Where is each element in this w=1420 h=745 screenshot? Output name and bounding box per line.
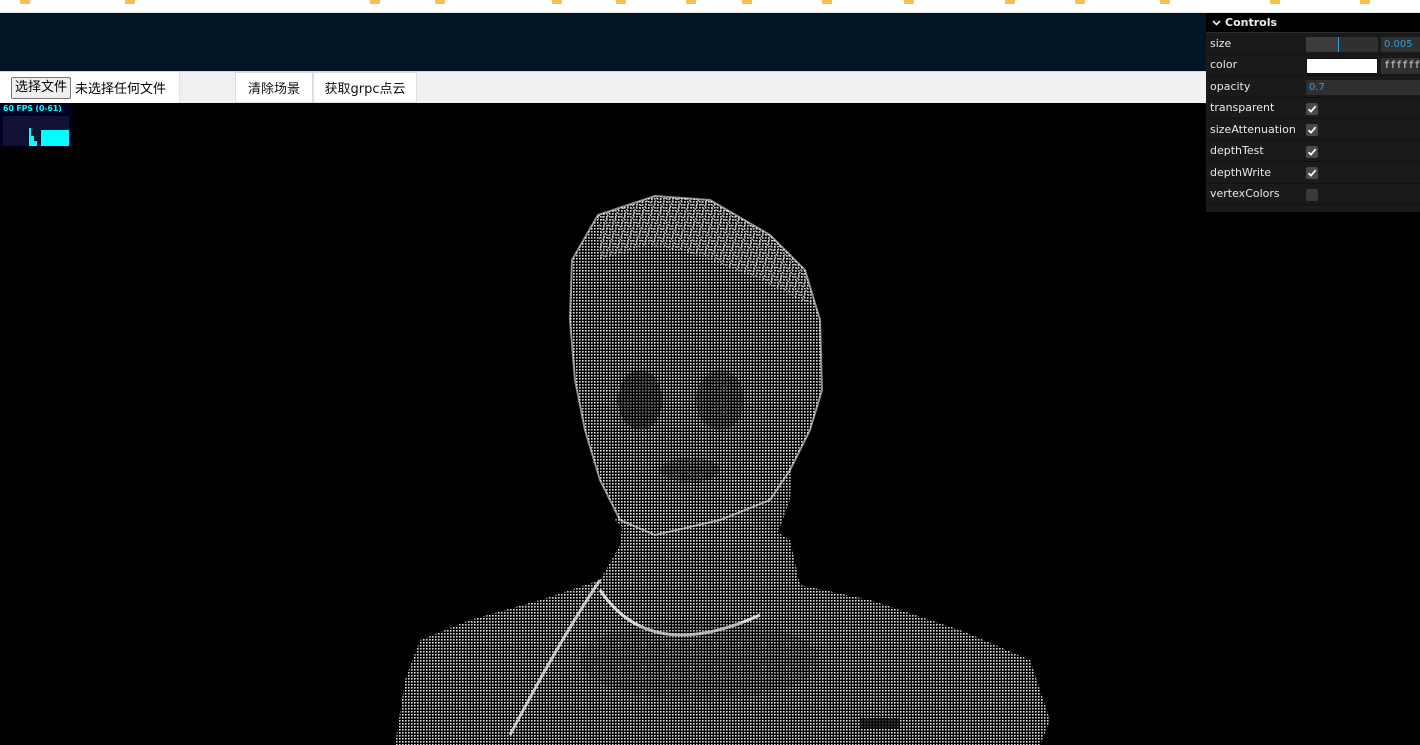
control-opacity: opacity 0.7 xyxy=(1206,76,1420,98)
opacity-value-input[interactable]: 0.7 xyxy=(1306,80,1420,95)
bookmark-folder-icon[interactable] xyxy=(822,0,832,4)
check-icon xyxy=(1307,148,1317,156)
sizeattenuation-label: sizeAttenuation xyxy=(1210,122,1296,136)
vertexcolors-label: vertexColors xyxy=(1210,187,1280,201)
vertexcolors-checkbox[interactable] xyxy=(1306,188,1318,201)
get-grpc-pointcloud-button[interactable]: 获取grpc点云 xyxy=(313,72,417,103)
color-label: color xyxy=(1210,58,1238,72)
control-depthwrite: depthWrite xyxy=(1206,162,1420,184)
fps-graph xyxy=(3,116,69,146)
check-icon xyxy=(1307,169,1317,177)
color-hex-input[interactable]: ffffff xyxy=(1381,57,1420,74)
opacity-label: opacity xyxy=(1210,79,1251,93)
controls-title: Controls xyxy=(1225,16,1278,29)
chevron-down-icon xyxy=(1210,17,1222,29)
depthtest-label: depthTest xyxy=(1210,144,1264,158)
fps-stats-panel[interactable]: 60 FPS (0-61) xyxy=(0,103,72,147)
bookmark-folder-icon[interactable] xyxy=(20,0,30,4)
bookmark-folder-icon[interactable] xyxy=(904,0,914,4)
check-icon xyxy=(1307,126,1317,134)
transparent-label: transparent xyxy=(1210,101,1275,115)
bookmark-folder-icon[interactable] xyxy=(616,0,626,4)
control-vertexcolors: vertexColors xyxy=(1206,184,1420,205)
control-depthtest: depthTest xyxy=(1206,141,1420,162)
controls-header[interactable]: Controls xyxy=(1206,13,1420,33)
bookmark-folder-icon[interactable] xyxy=(435,0,445,4)
sizeattenuation-checkbox[interactable] xyxy=(1306,124,1318,136)
control-transparent: transparent xyxy=(1206,98,1420,119)
bookmark-folder-icon[interactable] xyxy=(1075,0,1085,4)
clear-scene-button[interactable]: 清除场景 xyxy=(235,72,313,103)
fps-label: 60 FPS (0-61) xyxy=(3,104,62,113)
file-input[interactable]: 选择文件 未选择任何文件 xyxy=(0,72,180,103)
control-size: size 0.005 xyxy=(1206,33,1420,55)
color-swatch[interactable] xyxy=(1306,57,1378,74)
depthwrite-checkbox[interactable] xyxy=(1306,167,1318,179)
transparent-checkbox[interactable] xyxy=(1306,102,1318,115)
bookmark-folder-icon[interactable] xyxy=(125,0,135,4)
bookmark-folder-icon[interactable] xyxy=(1160,0,1170,4)
check-icon xyxy=(1307,105,1317,113)
size-value-input[interactable]: 0.005 xyxy=(1381,37,1420,52)
size-label: size xyxy=(1210,36,1232,50)
bookmark-folder-icon[interactable] xyxy=(686,0,696,4)
size-slider-thumb[interactable] xyxy=(1337,37,1339,52)
control-sizeattenuation: sizeAttenuation xyxy=(1206,119,1420,141)
bookmark-folder-icon[interactable] xyxy=(1270,0,1280,4)
bookmark-folder-icon[interactable] xyxy=(742,0,752,4)
bookmark-folder-icon[interactable] xyxy=(552,0,562,4)
bookmarks-bar xyxy=(0,0,1420,13)
depthwrite-label: depthWrite xyxy=(1210,165,1272,179)
choose-file-button[interactable]: 选择文件 xyxy=(11,76,72,99)
control-color: color ffffff xyxy=(1206,55,1420,76)
file-status-text: 未选择任何文件 xyxy=(75,82,167,97)
controls-panel: Controls size 0.005 color ffffff opacity… xyxy=(1206,13,1420,212)
bookmark-folder-icon[interactable] xyxy=(1005,0,1015,4)
size-slider[interactable] xyxy=(1306,37,1378,52)
bookmark-folder-icon[interactable] xyxy=(370,0,380,4)
bookmark-folder-icon[interactable] xyxy=(1360,0,1370,4)
size-slider-fill xyxy=(1306,37,1338,52)
depthtest-checkbox[interactable] xyxy=(1306,145,1318,158)
